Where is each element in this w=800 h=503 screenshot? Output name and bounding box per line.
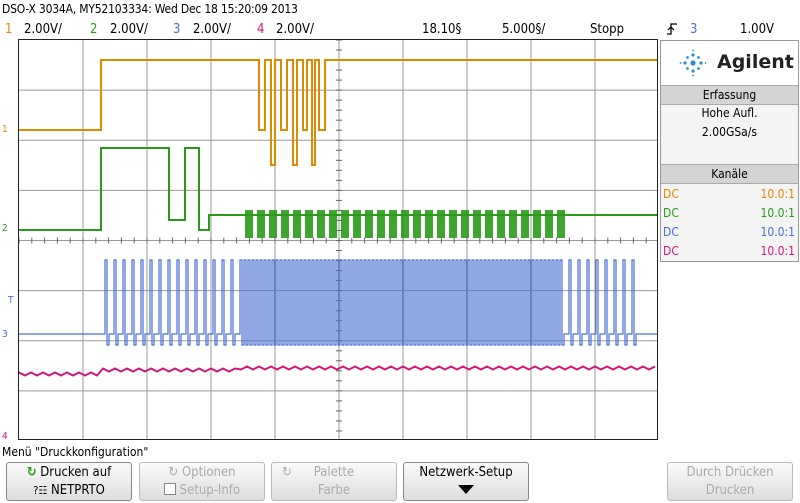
channel-2-scale[interactable]: 2.00V/	[110, 22, 148, 37]
checkbox-icon	[163, 483, 176, 495]
print-to-softkey[interactable]: ↻ Drucken auf ?☷ NETPRTO	[6, 462, 132, 501]
trigger-channel[interactable]: 3	[690, 22, 697, 37]
channel-3-info: DC 10.0:1	[663, 222, 795, 242]
rotate-knob-icon: ↻	[168, 465, 179, 480]
channel-2-burst	[401, 210, 409, 238]
palette-label: ↻ Palette	[282, 465, 355, 480]
coupling: DC	[663, 187, 679, 201]
window-title: DSO-X 3034A, MY52103334: Wed Dec 18 15:2…	[2, 2, 298, 16]
channel-3-number[interactable]: 3	[173, 22, 180, 37]
probe-ratio: 10.0:1	[760, 206, 795, 220]
channel-2-info: DC 10.0:1	[663, 203, 795, 223]
channel-1-info: DC 10.0:1	[663, 184, 795, 204]
probe-ratio: 10.0:1	[760, 244, 795, 258]
channels-heading: Kanäle	[661, 164, 798, 184]
channel-1-scale[interactable]: 2.00V/	[24, 22, 62, 37]
rotate-knob-icon: ↻	[26, 465, 37, 480]
acquisition-heading: Erfassung	[661, 85, 798, 105]
coupling: DC	[663, 206, 679, 220]
channel-2-burst	[413, 210, 421, 238]
channel-3-ground-marker[interactable]: 3	[2, 330, 8, 340]
options-label: ↻ Optionen	[168, 465, 236, 480]
channel-2-burst	[461, 210, 469, 238]
channel-2-burst	[521, 210, 529, 238]
rotate-knob-icon: ↻	[282, 465, 292, 480]
channel-2-burst	[377, 210, 385, 238]
channel-3-scale[interactable]: 2.00V/	[193, 22, 231, 37]
sample-rate: 2.00GSa/s	[701, 125, 758, 139]
brand-logo: Agilent	[661, 41, 798, 86]
channel-2-burst	[305, 210, 313, 238]
probe-ratio: 10.0:1	[760, 225, 795, 239]
channel-2-burst	[365, 210, 373, 238]
channel-3-trace	[19, 259, 657, 346]
channel-2-burst	[497, 210, 505, 238]
time-offset[interactable]: 18.10§	[422, 22, 461, 37]
channel-2-burst	[449, 210, 457, 238]
print-to-value: ?☷ NETPRTO	[33, 483, 105, 498]
channel-2-burst	[281, 210, 289, 238]
options-softkey[interactable]: ↻ Optionen Setup-Info	[139, 462, 265, 501]
channel-status-bar: 1 2.00V/ 2 2.00V/ 3 2.00V/ 4 2.00V/ 18.1…	[0, 20, 800, 40]
channel-2-burst	[473, 210, 481, 238]
channel-2-burst	[557, 210, 565, 238]
info-panel: Agilent Erfassung Hohe Aufl. 2.00GSa/s K…	[660, 40, 799, 262]
palette-value: Farbe	[317, 483, 351, 498]
network-setup-softkey[interactable]: Netzwerk-Setup	[403, 462, 529, 501]
channel-2-burst	[389, 210, 397, 238]
print-to-label: ↻ Drucken auf	[26, 465, 112, 480]
trigger-edge-icon	[666, 22, 678, 40]
channel-2-burst	[425, 210, 433, 238]
channel-4-info: DC 10.0:1	[663, 241, 795, 261]
channel-4-number[interactable]: 4	[257, 22, 264, 37]
channel-2-burst	[437, 210, 445, 238]
setup-info-option: Setup-Info	[140, 483, 264, 498]
time-scale[interactable]: 5.000§/	[502, 22, 545, 37]
channel-2-burst	[245, 210, 253, 238]
waveform-canvas	[19, 40, 657, 439]
channel-2-burst	[329, 210, 337, 238]
trigger-level-marker[interactable]: T	[8, 296, 14, 306]
channel-2-burst	[257, 210, 265, 238]
channel-4-ground-marker[interactable]: 4	[2, 432, 8, 442]
channel-2-burst	[341, 210, 349, 238]
channel-2-burst	[533, 210, 541, 238]
channel-1-number[interactable]: 1	[5, 22, 12, 37]
print-softkey[interactable]: Durch Drücken Drucken	[667, 462, 793, 501]
coupling: DC	[663, 244, 679, 258]
channel-1-ground-marker[interactable]: 1	[2, 125, 8, 135]
trigger-level[interactable]: 1.00V	[740, 22, 774, 37]
print-label: Durch Drücken	[686, 465, 774, 480]
run-state: Stopp	[590, 22, 625, 37]
channel-4-scale[interactable]: 2.00V/	[276, 22, 314, 37]
submenu-arrow-icon	[404, 483, 528, 499]
coupling: DC	[663, 225, 679, 239]
print-value: Drucken	[705, 483, 755, 498]
menu-title: Menü "Druckkonfiguration"	[2, 445, 149, 459]
waveform-display[interactable]	[18, 39, 658, 440]
probe-ratio: 10.0:1	[760, 187, 795, 201]
channel-2-burst	[485, 210, 493, 238]
channel-2-burst	[269, 210, 277, 238]
channel-2-burst	[293, 210, 301, 238]
network-icon: ?☷	[33, 484, 48, 497]
channel-2-burst	[317, 210, 325, 238]
palette-softkey[interactable]: ↻ Palette Farbe	[271, 462, 397, 501]
channel-2-burst	[353, 210, 361, 238]
channel-2-burst	[545, 210, 553, 238]
brand-name: Agilent	[717, 51, 794, 73]
network-setup-label: Netzwerk-Setup	[419, 465, 513, 480]
channel-2-burst	[509, 210, 517, 238]
channel-2-number[interactable]: 2	[90, 22, 97, 37]
channel-2-ground-marker[interactable]: 2	[2, 224, 8, 234]
agilent-spark-icon	[679, 49, 707, 77]
acquisition-mode: Hohe Aufl.	[701, 106, 758, 120]
